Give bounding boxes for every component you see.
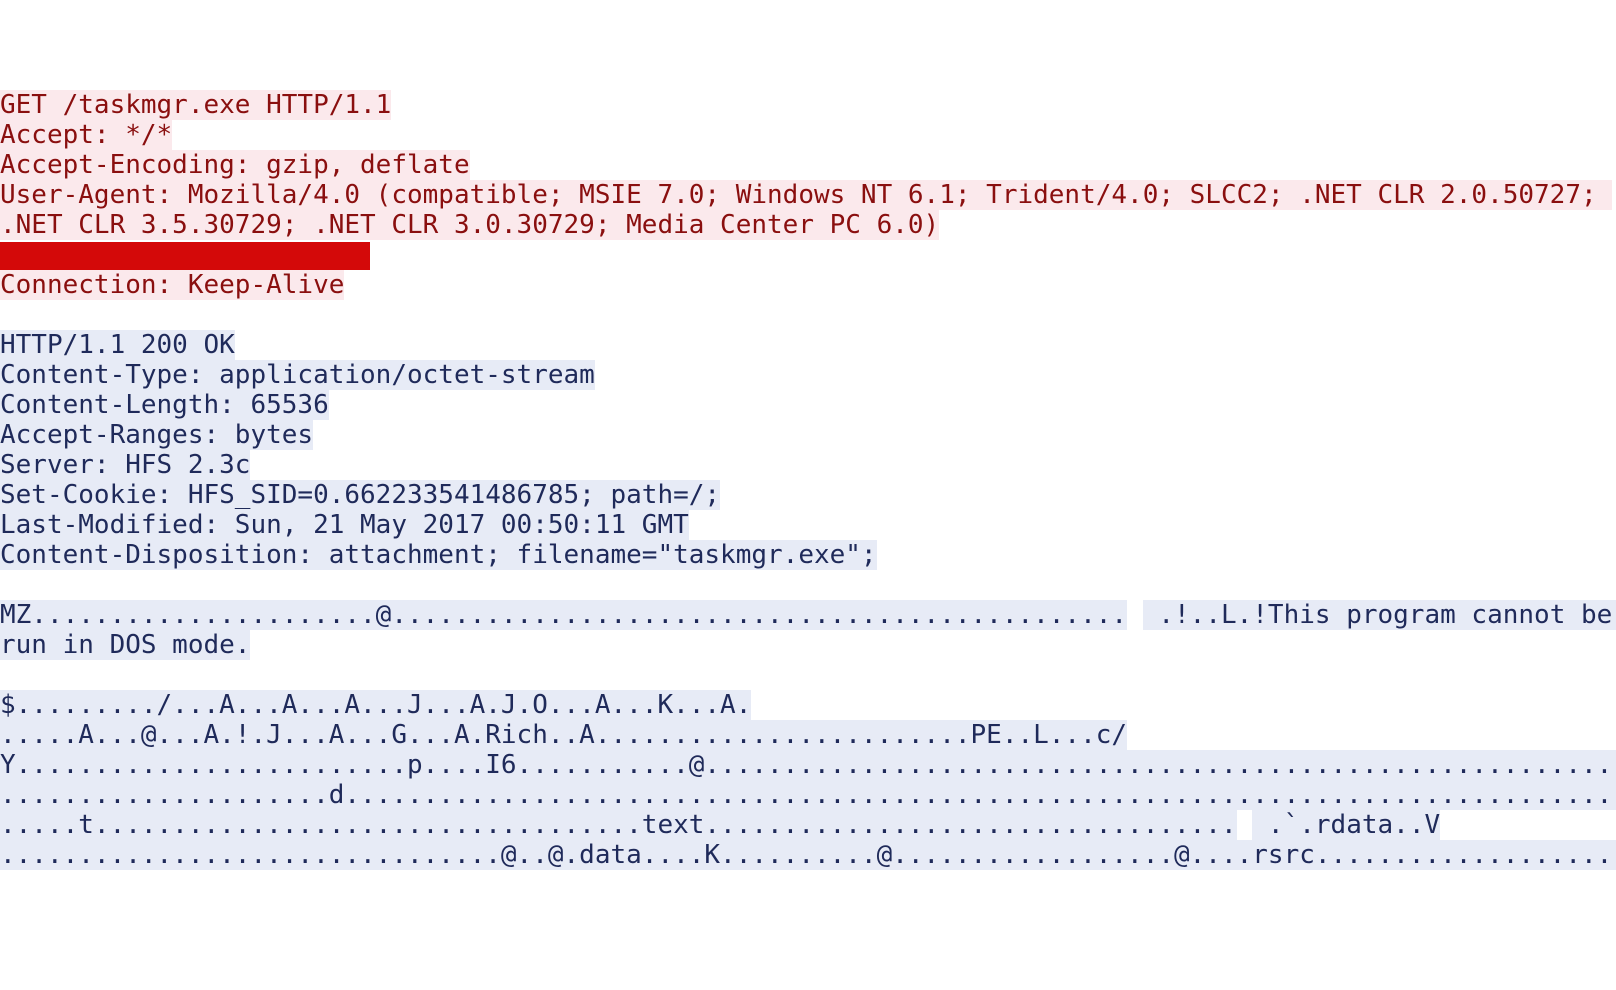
- text-span: .....................d..................…: [0, 780, 1616, 810]
- text-span: .`.rdata..V: [1252, 810, 1440, 840]
- text-span: run in DOS mode.: [0, 630, 250, 660]
- text-span: HTTP/1.1 200 OK: [0, 330, 235, 360]
- text-span: Content-Type: application/octet-stream: [0, 360, 595, 390]
- text-span: .....t..................................…: [0, 810, 1237, 840]
- text-span: Content-Disposition: attachment; filenam…: [0, 540, 877, 570]
- http-request-line: GET /taskmgr.exe HTTP/1.1: [0, 90, 1616, 120]
- http-response-body-line: run in DOS mode.: [0, 630, 1616, 660]
- text-span: Set-Cookie: HFS_SID=0.662233541486785; p…: [0, 480, 720, 510]
- text-span: Server: HFS 2.3c: [0, 450, 250, 480]
- text-span: .NET CLR 3.5.30729; .NET CLR 3.0.30729; …: [0, 210, 939, 240]
- http-response-line: Server: HFS 2.3c: [0, 450, 1616, 480]
- http-response-line: Accept-Ranges: bytes: [0, 420, 1616, 450]
- text-span: User-Agent: Mozilla/4.0 (compatible; MSI…: [0, 180, 1612, 210]
- http-stream-view: GET /taskmgr.exe HTTP/1.1Accept: */*Acce…: [0, 90, 1616, 870]
- text-span: ................................@..@.dat…: [0, 840, 1616, 870]
- text-span: Connection: Keep-Alive: [0, 270, 344, 300]
- unhighlighted-gap: [1237, 810, 1253, 840]
- http-request-line: Accept: */*: [0, 120, 1616, 150]
- http-response-body-line: ................................@..@.dat…: [0, 840, 1616, 870]
- http-response-line: Content-Type: application/octet-stream: [0, 360, 1616, 390]
- http-response-line: Set-Cookie: HFS_SID=0.662233541486785; p…: [0, 480, 1616, 510]
- http-response-body-line: Y.........................p....I6.......…: [0, 750, 1616, 780]
- http-request-line: .NET CLR 3.5.30729; .NET CLR 3.0.30729; …: [0, 210, 1616, 240]
- http-request-line: User-Agent: Mozilla/4.0 (compatible; MSI…: [0, 180, 1616, 210]
- http-response-body-line: .....t..................................…: [0, 810, 1616, 840]
- text-span: Accept-Ranges: bytes: [0, 420, 313, 450]
- http-request-line: Accept-Encoding: gzip, deflate: [0, 150, 1616, 180]
- http-response-line: Last-Modified: Sun, 21 May 2017 00:50:11…: [0, 510, 1616, 540]
- http-response-line: Content-Length: 65536: [0, 390, 1616, 420]
- text-span: .....A...@...A.!.J...A...G...A.Rich..A..…: [0, 720, 1127, 750]
- text-span: Accept-Encoding: gzip, deflate: [0, 150, 470, 180]
- http-response-body-line: .....................d..................…: [0, 780, 1616, 810]
- text-span: Accept: */*: [0, 120, 172, 150]
- text-span: MZ......................@...............…: [0, 600, 1127, 630]
- http-response-line: HTTP/1.1 200 OK: [0, 330, 1616, 360]
- text-span: Last-Modified: Sun, 21 May 2017 00:50:11…: [0, 510, 689, 540]
- http-response-line: Content-Disposition: attachment; filenam…: [0, 540, 1616, 570]
- redacted-header-line: [0, 240, 1616, 270]
- text-span: GET /taskmgr.exe HTTP/1.1: [0, 90, 391, 120]
- http-response-body-line: .....A...@...A.!.J...A...G...A.Rich..A..…: [0, 720, 1616, 750]
- blank-line: [0, 660, 1616, 690]
- text-span: $........./...A...A...A...J...A.J.O...A.…: [0, 690, 751, 720]
- blank-line: [0, 300, 1616, 330]
- http-response-body-line: $........./...A...A...A...J...A.J.O...A.…: [0, 690, 1616, 720]
- unhighlighted-gap: [1127, 600, 1143, 630]
- blank-line: [0, 570, 1616, 600]
- redaction-block: [0, 242, 370, 270]
- text-span: Y.........................p....I6.......…: [0, 750, 1616, 780]
- text-span: Content-Length: 65536: [0, 390, 329, 420]
- http-request-line: Connection: Keep-Alive: [0, 270, 1616, 300]
- text-span: .!..L.!This program cannot be: [1143, 600, 1616, 630]
- http-response-body-line: MZ......................@...............…: [0, 600, 1616, 630]
